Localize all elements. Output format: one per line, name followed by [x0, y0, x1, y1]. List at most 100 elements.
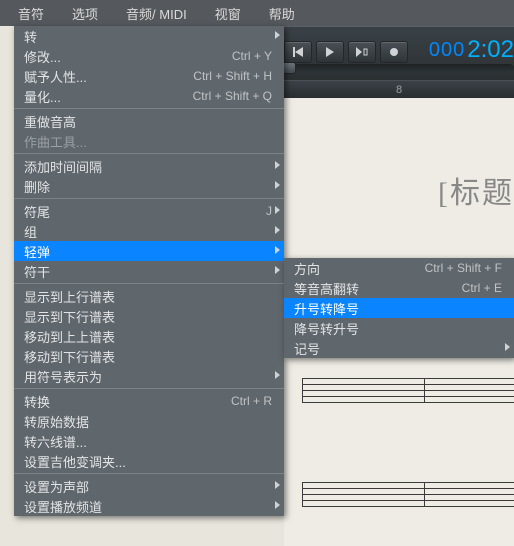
menu-item[interactable]: 添加时间间隔 [14, 156, 284, 176]
counter-time: 2:02 [467, 36, 514, 64]
menu-item[interactable]: 等音高翻转 Ctrl + E [284, 278, 514, 298]
menu-item[interactable]: 删除 [14, 176, 284, 196]
menu-item-label: 等音高翻转 [294, 279, 359, 298]
menu-separator [14, 153, 284, 154]
menu-item-label: 移动到上上谱表 [24, 327, 115, 346]
menu-item-label: 用符号表示为 [24, 367, 102, 386]
menu-item[interactable]: 记号 [284, 338, 514, 358]
menu-item[interactable]: 移动到下行谱表 [14, 346, 284, 366]
menu-item[interactable]: 降号转升号 [284, 318, 514, 338]
menu-item-shortcut: J [246, 204, 272, 218]
menu-separator [14, 283, 284, 284]
submenu-arrow-icon [275, 246, 280, 254]
menu-item[interactable]: 符尾 J [14, 201, 284, 221]
menu-separator [14, 108, 284, 109]
menu-item[interactable]: 转六线谱... [14, 431, 284, 451]
menu-separator [14, 198, 284, 199]
transport-play[interactable] [316, 41, 344, 63]
menu-item-label: 量化... [24, 87, 61, 106]
menu-item[interactable]: 转换 Ctrl + R [14, 391, 284, 411]
counter-bars: 000 [429, 39, 467, 62]
timeline-ruler[interactable]: 8 [284, 80, 514, 98]
menu-item-label: 组 [24, 222, 37, 241]
menu-help[interactable]: 帮助 [255, 4, 309, 23]
menu-item-label: 降号转升号 [294, 319, 359, 338]
menu-item[interactable]: 方向 Ctrl + Shift + F [284, 258, 514, 278]
menu-item-label: 记号 [294, 339, 320, 358]
menu-item-label: 转换 [24, 392, 50, 411]
menu-item-shortcut: Ctrl + Shift + F [405, 261, 502, 275]
score-title: [标题 [438, 168, 514, 212]
menu-item-label: 删除 [24, 177, 50, 196]
menu-item-label: 符尾 [24, 202, 50, 221]
menu-item-label: 转原始数据 [24, 412, 89, 431]
menu-item[interactable]: 显示到下行谱表 [14, 306, 284, 326]
menu-item-label: 升号转降号 [294, 299, 359, 318]
submenu-arrow-icon [275, 206, 280, 214]
menu-item[interactable]: 转 [14, 26, 284, 46]
menu-item[interactable]: 修改... Ctrl + Y [14, 46, 284, 66]
menu-item-label: 移动到下行谱表 [24, 347, 115, 366]
menu-item-label: 转 [24, 27, 37, 46]
menu-item[interactable]: 转原始数据 [14, 411, 284, 431]
menu-item-label: 添加时间间隔 [24, 157, 102, 176]
menu-item-shortcut: Ctrl + E [442, 281, 502, 295]
notes-menu: 转修改... Ctrl + Y 赋予人性... Ctrl + Shift + H 量化.… [14, 26, 284, 516]
transport-play-sel[interactable] [348, 41, 376, 63]
menu-item[interactable]: 轻弹 [14, 241, 284, 261]
menu-item-shortcut: Ctrl + Y [212, 49, 272, 63]
menu-item[interactable]: 移动到上上谱表 [14, 326, 284, 346]
submenu-arrow-icon [275, 481, 280, 489]
menu-item[interactable]: 重做音高 [14, 111, 284, 131]
menu-item[interactable]: 升号转降号 [284, 298, 514, 318]
menubar: 音符 选项 音频/ MIDI 视窗 帮助 [0, 0, 514, 26]
playhead-thumb[interactable] [282, 62, 296, 74]
transport-toolbar: 000 2:02 [284, 26, 514, 80]
menu-item-label: 设置吉他变调夹... [24, 452, 126, 471]
menu-audio-midi[interactable]: 音频/ MIDI [112, 4, 201, 23]
menu-item-label: 赋予人性... [24, 67, 87, 86]
menu-item-label: 符干 [24, 262, 50, 281]
menu-item[interactable]: 设置播放频道 [14, 496, 284, 516]
menu-item-label: 轻弹 [24, 242, 50, 261]
menu-item[interactable]: 设置吉他变调夹... [14, 451, 284, 471]
menu-item[interactable]: 符干 [14, 261, 284, 281]
submenu-arrow-icon [275, 181, 280, 189]
transport-record[interactable] [380, 41, 408, 63]
menu-item-shortcut: Ctrl + R [211, 394, 272, 408]
menu-item-label: 设置播放频道 [24, 497, 102, 516]
menu-item[interactable]: 组 [14, 221, 284, 241]
menu-item[interactable]: 设置为声部 [14, 476, 284, 496]
ruler-tick-label: 8 [396, 84, 402, 96]
menu-item-shortcut: Ctrl + Shift + H [173, 69, 272, 83]
menu-item-label: 修改... [24, 47, 61, 66]
menu-item[interactable]: 量化... Ctrl + Shift + Q [14, 86, 284, 106]
menu-window[interactable]: 视窗 [201, 4, 255, 23]
menu-notes[interactable]: 音符 [4, 4, 58, 23]
transport-prev[interactable] [284, 41, 312, 63]
menu-item[interactable]: 用符号表示为 [14, 366, 284, 386]
menu-item-shortcut: Ctrl + Shift + Q [173, 89, 272, 103]
playhead-slider[interactable] [284, 64, 514, 72]
menu-item-label: 显示到上行谱表 [24, 287, 115, 306]
menu-options[interactable]: 选项 [58, 4, 112, 23]
menu-item-label: 作曲工具... [24, 132, 87, 151]
submenu-arrow-icon [505, 343, 510, 351]
submenu-arrow-icon [275, 31, 280, 39]
menu-separator [14, 473, 284, 474]
menu-separator [14, 388, 284, 389]
menu-item-label: 重做音高 [24, 112, 76, 131]
submenu-arrow-icon [275, 226, 280, 234]
menu-item-label: 方向 [294, 259, 320, 278]
menu-item[interactable]: 作曲工具... [14, 131, 284, 151]
time-counter: 000 2:02 [429, 33, 514, 67]
submenu-arrow-icon [275, 501, 280, 509]
submenu-arrow-icon [275, 371, 280, 379]
submenu-arrow-icon [275, 161, 280, 169]
menu-item[interactable]: 赋予人性... Ctrl + Shift + H [14, 66, 284, 86]
menu-item[interactable]: 显示到上行谱表 [14, 286, 284, 306]
flip-submenu: 方向 Ctrl + Shift + F 等音高翻转 Ctrl + E 升号转降号降号转升… [284, 258, 514, 358]
menu-item-label: 转六线谱... [24, 432, 87, 451]
menu-item-label: 设置为声部 [24, 477, 89, 496]
menu-item-label: 显示到下行谱表 [24, 307, 115, 326]
